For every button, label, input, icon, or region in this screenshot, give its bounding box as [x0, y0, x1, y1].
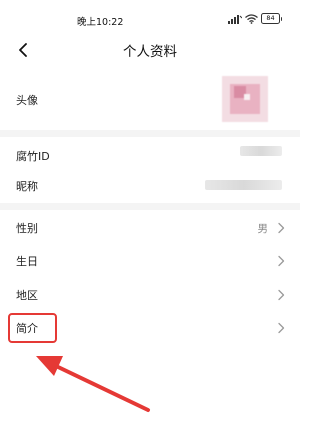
id-label: 腐竹ID	[16, 150, 50, 163]
chevron-right-icon	[278, 289, 285, 301]
nickname-label: 昵称	[16, 180, 38, 193]
status-bar: 晚上10:22 84	[0, 0, 300, 30]
birthday-label: 生日	[16, 255, 38, 268]
gender-value: 男	[257, 222, 269, 235]
status-time: 晚上10:22	[77, 17, 124, 28]
section-divider	[0, 130, 300, 137]
birthday-row[interactable]: 生日	[0, 246, 300, 276]
highlight-box	[8, 313, 57, 343]
header: 个人资料	[0, 30, 300, 70]
section-divider	[0, 203, 300, 210]
id-value-blurred	[240, 146, 282, 156]
page-title: 个人资料	[123, 44, 177, 60]
gender-label: 性别	[16, 222, 38, 235]
chevron-right-icon	[278, 255, 285, 267]
gender-row[interactable]: 性别 男	[0, 213, 300, 243]
avatar-label: 头像	[16, 94, 38, 107]
status-icons: 84	[228, 13, 282, 24]
battery-level: 84	[261, 13, 280, 24]
avatar[interactable]	[222, 76, 268, 122]
wifi-icon	[245, 13, 258, 24]
region-label: 地区	[16, 289, 38, 302]
nickname-value-blurred	[205, 180, 282, 190]
region-row[interactable]: 地区	[0, 280, 300, 310]
chevron-right-icon	[278, 322, 285, 334]
battery-icon: 84	[261, 13, 282, 24]
chevron-right-icon	[278, 222, 285, 234]
signal-icon	[228, 14, 242, 24]
